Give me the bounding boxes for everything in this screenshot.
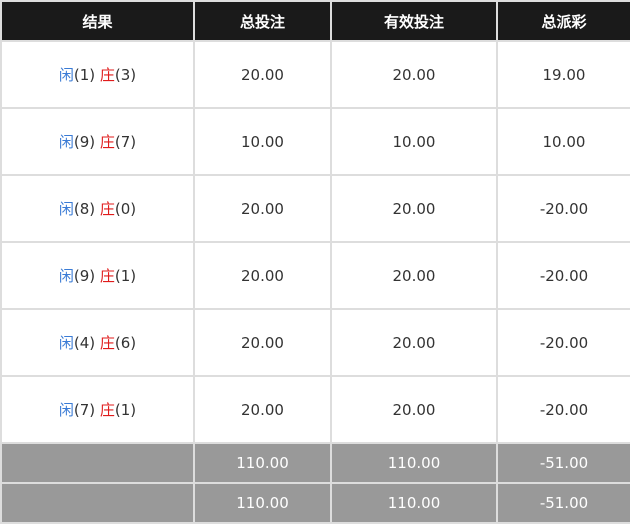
valid-bet-cell: 20.00 — [330, 375, 498, 444]
totals-row: 110.00 110.00 -51.00 — [0, 442, 630, 484]
total-bet-cell: 10.00 — [193, 107, 332, 176]
total-bet-cell: 20.00 — [193, 40, 332, 109]
totals-total-bet: 110.00 — [193, 482, 332, 524]
total-bet-cell: 20.00 — [193, 375, 332, 444]
payout-cell: 19.00 — [496, 40, 630, 109]
valid-bet-cell: 20.00 — [330, 174, 498, 243]
banker-label: 庄 — [99, 66, 115, 84]
result-cell: 闲(9) 庄(7) — [0, 107, 195, 176]
result-cell: 闲(4) 庄(6) — [0, 308, 195, 377]
player-label: 闲 — [58, 401, 74, 419]
table-row: 闲(1) 庄(3) 20.00 20.00 19.00 — [0, 40, 630, 109]
table-body: 闲(1) 庄(3) 20.00 20.00 19.00 闲(9) 庄(7) 10.00 10… — [0, 40, 630, 444]
table-row: 闲(8) 庄(0) 20.00 20.00 -20.00 — [0, 174, 630, 243]
header-result: 结果 — [0, 0, 195, 42]
player-label: 闲 — [58, 267, 74, 285]
table-row: 闲(9) 庄(7) 10.00 10.00 10.00 — [0, 107, 630, 176]
valid-bet-cell: 10.00 — [330, 107, 498, 176]
totals-valid-bet: 110.00 — [330, 482, 498, 524]
banker-score: (6) — [114, 334, 137, 352]
table-row: 闲(7) 庄(1) 20.00 20.00 -20.00 — [0, 375, 630, 444]
totals-label-cell — [0, 442, 195, 484]
payout-cell: -20.00 — [496, 308, 630, 377]
player-score: (4) — [73, 334, 96, 352]
table-footer: 110.00 110.00 -51.00 110.00 110.00 -51.00 — [0, 442, 630, 524]
valid-bet-cell: 20.00 — [330, 241, 498, 310]
banker-label: 庄 — [99, 334, 115, 352]
banker-label: 庄 — [99, 401, 115, 419]
banker-label: 庄 — [99, 200, 115, 218]
result-cell: 闲(9) 庄(1) — [0, 241, 195, 310]
player-label: 闲 — [58, 200, 74, 218]
result-cell: 闲(7) 庄(1) — [0, 375, 195, 444]
header-total-bet: 总投注 — [193, 0, 332, 42]
player-label: 闲 — [58, 66, 74, 84]
valid-bet-cell: 20.00 — [330, 40, 498, 109]
totals-payout: -51.00 — [496, 442, 630, 484]
table-row: 闲(9) 庄(1) 20.00 20.00 -20.00 — [0, 241, 630, 310]
totals-label-cell — [0, 482, 195, 524]
banker-label: 庄 — [99, 267, 115, 285]
banker-score: (3) — [114, 66, 137, 84]
payout-cell: 10.00 — [496, 107, 630, 176]
banker-score: (7) — [114, 133, 137, 151]
player-score: (7) — [73, 401, 96, 419]
header-total-payout: 总派彩 — [496, 0, 630, 42]
payout-cell: -20.00 — [496, 375, 630, 444]
banker-label: 庄 — [99, 133, 115, 151]
banker-score: (1) — [114, 267, 137, 285]
table-row: 闲(4) 庄(6) 20.00 20.00 -20.00 — [0, 308, 630, 377]
player-score: (8) — [73, 200, 96, 218]
totals-total-bet: 110.00 — [193, 442, 332, 484]
result-cell: 闲(1) 庄(3) — [0, 40, 195, 109]
banker-score: (0) — [114, 200, 137, 218]
payout-cell: -20.00 — [496, 174, 630, 243]
bet-records-table: 结果 总投注 有效投注 总派彩 闲(1) 庄(3) 20.00 20.00 19.00… — [0, 0, 630, 524]
payout-cell: -20.00 — [496, 241, 630, 310]
total-bet-cell: 20.00 — [193, 308, 332, 377]
valid-bet-cell: 20.00 — [330, 308, 498, 377]
table-header-row: 结果 总投注 有效投注 总派彩 — [0, 0, 630, 42]
player-label: 闲 — [58, 133, 74, 151]
result-cell: 闲(8) 庄(0) — [0, 174, 195, 243]
banker-score: (1) — [114, 401, 137, 419]
totals-payout: -51.00 — [496, 482, 630, 524]
player-score: (1) — [73, 66, 96, 84]
header-valid-bet: 有效投注 — [330, 0, 498, 42]
totals-valid-bet: 110.00 — [330, 442, 498, 484]
player-score: (9) — [73, 267, 96, 285]
totals-row: 110.00 110.00 -51.00 — [0, 482, 630, 524]
player-score: (9) — [73, 133, 96, 151]
player-label: 闲 — [58, 334, 74, 352]
total-bet-cell: 20.00 — [193, 241, 332, 310]
total-bet-cell: 20.00 — [193, 174, 332, 243]
